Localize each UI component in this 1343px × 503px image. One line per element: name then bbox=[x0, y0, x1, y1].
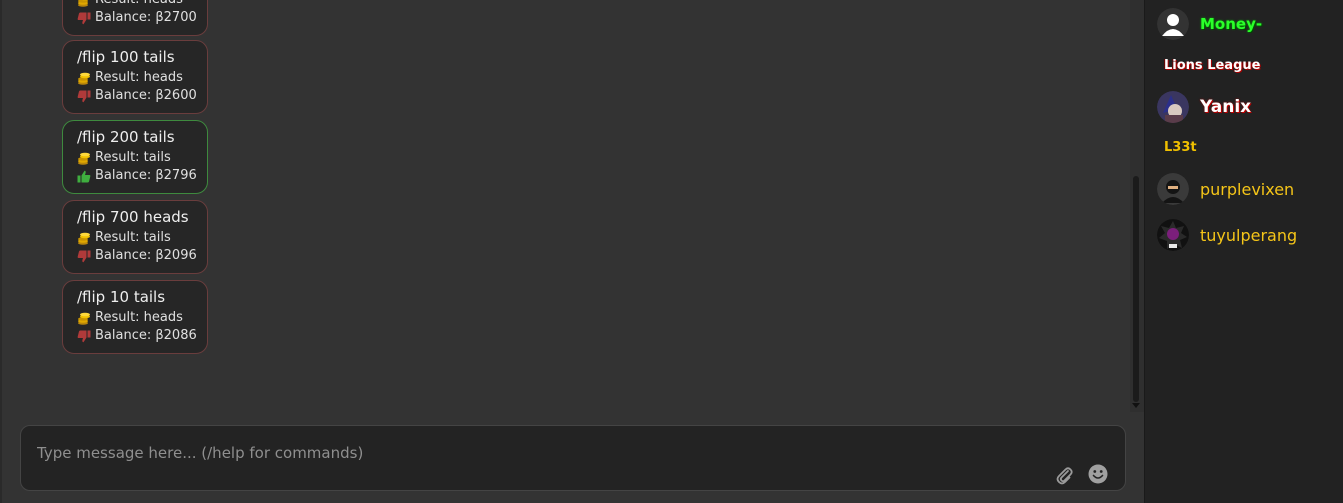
balance-line: Balance: β2796 bbox=[77, 167, 207, 185]
message-composer bbox=[20, 425, 1126, 491]
smiley-icon[interactable] bbox=[1087, 463, 1109, 485]
message-bubble: /flip 100 tails Result: heads Balance: β… bbox=[62, 40, 208, 114]
flip-command-text: /flip 100 tails bbox=[77, 48, 175, 66]
result-line: Result: tails bbox=[77, 229, 207, 247]
balance-text: Balance: β2096 bbox=[95, 248, 197, 263]
thumbs-down-icon bbox=[77, 90, 91, 103]
username: Yanix bbox=[1200, 97, 1252, 117]
user-entry[interactable]: Money- bbox=[1157, 7, 1262, 41]
group-label: Lions League bbox=[1164, 58, 1261, 73]
paperclip-icon[interactable] bbox=[1053, 464, 1075, 486]
default-avatar-icon bbox=[1157, 8, 1189, 40]
coins-icon bbox=[77, 312, 91, 325]
message-scrollbar[interactable] bbox=[1130, 0, 1144, 412]
user-entry[interactable]: Yanix bbox=[1157, 90, 1251, 124]
avatar bbox=[1157, 91, 1189, 123]
balance-text: Balance: β2700 bbox=[95, 10, 197, 25]
message-input[interactable] bbox=[35, 438, 939, 468]
coins-icon bbox=[77, 72, 91, 85]
coins-icon bbox=[77, 152, 91, 165]
user-entry[interactable]: purplevixen bbox=[1157, 172, 1294, 206]
result-line: Result: heads bbox=[77, 309, 207, 327]
balance-line: Balance: β2700 bbox=[77, 9, 207, 27]
balance-text: Balance: β2796 bbox=[95, 168, 197, 183]
balance-text: Balance: β2086 bbox=[95, 328, 197, 343]
result-text: Result: tails bbox=[95, 230, 171, 245]
message-bubble: /flip 10 tails Result: heads Balance: β2… bbox=[62, 280, 208, 354]
scroll-down-arrow-icon[interactable] bbox=[1132, 403, 1140, 408]
flip-command-text: /flip 10 tails bbox=[77, 288, 166, 306]
thumbs-down-icon bbox=[77, 330, 91, 343]
result-text: Result: heads bbox=[95, 0, 183, 9]
avatar bbox=[1157, 219, 1189, 251]
result-line: Result: tails bbox=[77, 149, 207, 167]
thumbs-down-icon bbox=[77, 12, 91, 25]
balance-line: Balance: β2600 bbox=[77, 87, 207, 105]
avatar bbox=[1157, 173, 1189, 205]
message-bubble: /flip 200 tails Result: tails Balance: β… bbox=[62, 120, 208, 194]
coins-icon bbox=[77, 232, 91, 245]
flip-command-text: /flip 700 heads bbox=[77, 208, 189, 226]
username: Money- bbox=[1200, 15, 1263, 33]
user-entry[interactable]: tuyulperang bbox=[1157, 218, 1297, 252]
message-bubble: Result: heads Balance: β2700 bbox=[62, 0, 208, 36]
flip-command-text: /flip 200 tails bbox=[77, 128, 175, 146]
result-text: Result: tails bbox=[95, 150, 171, 165]
coins-icon bbox=[77, 0, 91, 7]
result-text: Result: heads bbox=[95, 310, 183, 325]
user-list-sidebar: Money- Lions League Yanix L33t purplevix… bbox=[1144, 0, 1343, 503]
message-bubble: /flip 700 heads Result: tails Balance: β… bbox=[62, 200, 208, 274]
scrollbar-thumb[interactable] bbox=[1133, 176, 1139, 402]
username: tuyulperang bbox=[1200, 225, 1298, 245]
balance-line: Balance: β2096 bbox=[77, 247, 207, 265]
message-list: Result: heads Balance: β2700 /flip 100 t… bbox=[0, 0, 1130, 412]
result-text: Result: heads bbox=[95, 70, 183, 85]
balance-text: Balance: β2600 bbox=[95, 88, 197, 103]
thumbs-down-icon bbox=[77, 250, 91, 263]
result-line: Result: heads bbox=[77, 69, 207, 87]
chat-panel: Result: heads Balance: β2700 /flip 100 t… bbox=[0, 0, 1144, 503]
thumbs-up-icon bbox=[77, 170, 91, 183]
result-line: Result: heads bbox=[77, 0, 207, 9]
balance-line: Balance: β2086 bbox=[77, 327, 207, 345]
group-label: L33t bbox=[1164, 140, 1197, 155]
username: purplevixen bbox=[1200, 179, 1295, 199]
